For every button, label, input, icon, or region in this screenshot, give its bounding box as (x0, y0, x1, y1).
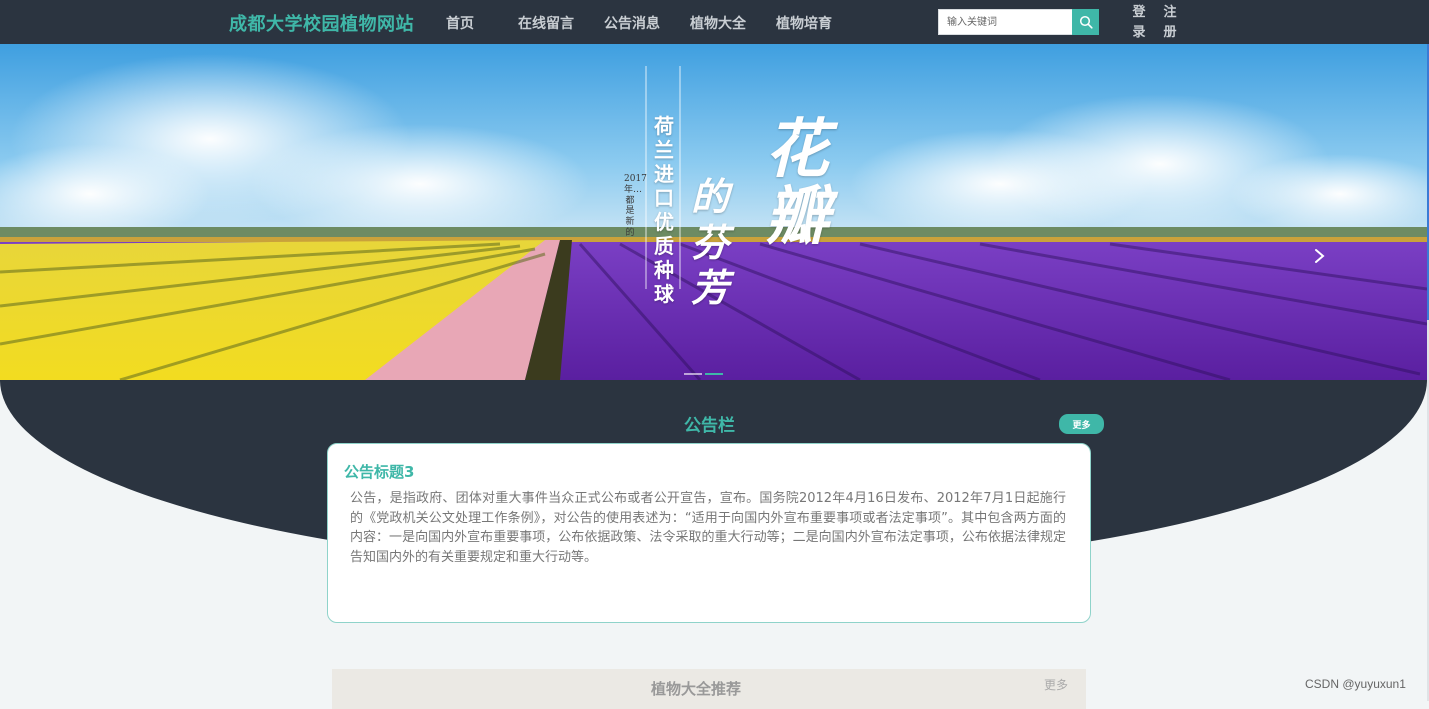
chevron-right-icon (1315, 249, 1325, 263)
top-navbar: 成都大学校园植物网站 首页 在线留言 公告消息 植物大全 植物培育 登录 注册 (0, 0, 1429, 44)
nav-plant-cultivation[interactable]: 植物培育 (776, 13, 832, 33)
plant-recommend-header: 植物大全推荐 更多 (332, 669, 1086, 709)
hero-banner: 荷兰进口优质种球 2017年…都是新的 的芬芳 花瓣 (0, 44, 1427, 380)
site-brand[interactable]: 成都大学校园植物网站 (229, 10, 414, 36)
nav-announcements[interactable]: 公告消息 (604, 13, 660, 33)
csdn-watermark: CSDN @yuyuxun1 (1305, 677, 1406, 691)
banner-slogan-small: 2017年…都是新的 (624, 174, 647, 238)
login-link[interactable]: 登录 (1131, 3, 1147, 43)
banner-slogan-import: 荷兰进口优质种球 (654, 114, 674, 306)
notice-section-title: 公告栏 (684, 416, 735, 436)
nav-plant-encyclopedia[interactable]: 植物大全 (690, 13, 746, 33)
banner-dot[interactable] (684, 373, 702, 375)
banner-dot-active[interactable] (705, 373, 723, 375)
search-input[interactable] (938, 9, 1073, 35)
notice-more-button[interactable]: 更多 (1059, 414, 1104, 434)
search-button[interactable] (1072, 9, 1099, 35)
notice-card[interactable]: 公告标题3 公告，是指政府、团体对重大事件当众正式公布或者公开宣告，宣布。国务院… (327, 443, 1091, 623)
notice-card-body: 公告，是指政府、团体对重大事件当众正式公布或者公开宣告，宣布。国务院2012年4… (350, 491, 1066, 565)
plant-recommend-title: 植物大全推荐 (650, 680, 741, 698)
search-icon (1079, 15, 1093, 29)
nav-messages[interactable]: 在线留言 (518, 13, 574, 33)
nav-home[interactable]: 首页 (446, 13, 474, 33)
banner-next-button[interactable] (1310, 244, 1330, 268)
banner-slogan-fragrance: 的芬芳 (690, 174, 729, 311)
register-link[interactable]: 注册 (1162, 3, 1178, 43)
banner-slogan-petals: 花瓣 (765, 112, 829, 255)
plant-recommend-more-link[interactable]: 更多 (1044, 676, 1068, 693)
notice-card-title[interactable]: 公告标题3 (344, 461, 414, 482)
banner-pagination (684, 360, 726, 379)
